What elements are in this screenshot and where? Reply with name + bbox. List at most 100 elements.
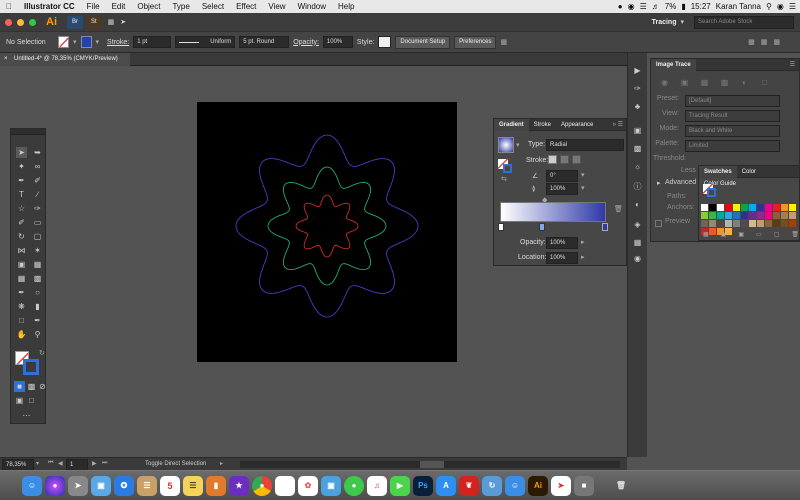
brush-panel-icon[interactable]: ✑ <box>632 83 643 94</box>
artboards-icon[interactable]: ▦ <box>632 237 643 248</box>
acrobat-icon[interactable]: ❦ <box>459 475 479 496</box>
pointer-icon[interactable]: ➤ <box>551 475 571 496</box>
mesh-tool-icon[interactable]: ▦ <box>16 273 27 284</box>
panel-menu-icon[interactable]: ☰ <box>790 59 795 71</box>
menu-file[interactable]: File <box>81 2 106 11</box>
app-icon[interactable]: ■ <box>574 475 594 496</box>
swatch[interactable] <box>765 204 772 211</box>
chevron-right-icon[interactable]: ▸ <box>581 238 585 246</box>
swatch[interactable] <box>725 204 732 211</box>
fill-swatch[interactable] <box>58 36 69 48</box>
previous-artboard-icon[interactable]: ◀ <box>58 460 63 467</box>
swatch[interactable] <box>765 220 772 227</box>
swatch[interactable] <box>765 212 772 219</box>
line-tool-icon[interactable]: ∕ <box>32 189 43 200</box>
gradient-stop-white[interactable] <box>498 223 504 231</box>
swatch[interactable] <box>733 212 740 219</box>
close-icon[interactable]: × <box>4 53 8 66</box>
image-capture-icon[interactable]: ▣ <box>321 475 341 496</box>
swatch[interactable] <box>717 204 724 211</box>
swatch[interactable] <box>741 204 748 211</box>
horizontal-scrollbar[interactable] <box>240 461 620 468</box>
artboard-tool-icon[interactable]: □ <box>16 315 27 326</box>
pen-tool-icon[interactable]: ✒ <box>16 175 27 186</box>
scrollbar-thumb[interactable] <box>420 461 444 468</box>
app-store-icon[interactable]: A <box>436 475 456 496</box>
info-icon[interactable]: ⓘ <box>632 181 643 192</box>
swatch[interactable] <box>789 204 796 211</box>
menu-help[interactable]: Help <box>332 2 360 11</box>
stroke-gradient-option-2[interactable] <box>560 155 569 164</box>
swatch[interactable] <box>701 212 708 219</box>
minimize-window-button[interactable] <box>17 18 24 26</box>
chevron-down-icon[interactable]: ▾ <box>680 18 684 26</box>
stroke-color-box[interactable] <box>23 359 39 375</box>
links-icon[interactable]: ◉ <box>632 253 643 264</box>
gradient-mode-icon[interactable]: ▩ <box>26 381 37 392</box>
screen-mode-icon[interactable]: □ <box>26 395 37 406</box>
workspace-switcher[interactable]: Tracing <box>652 19 677 26</box>
menu-select[interactable]: Select <box>196 2 230 11</box>
symbols-icon[interactable]: ♣ <box>632 101 643 112</box>
imovie-star-icon[interactable]: ★ <box>229 475 249 496</box>
width-tool-icon[interactable]: ⋈ <box>16 245 27 256</box>
battery-percent[interactable]: 7% <box>665 2 677 11</box>
stickies-icon[interactable]: ☰ <box>183 475 203 496</box>
close-window-button[interactable] <box>5 18 12 26</box>
stroke-swatch[interactable] <box>80 36 92 48</box>
lasso-tool-icon[interactable]: ∞ <box>32 161 43 172</box>
chevron-right-icon[interactable]: ▸ <box>581 253 585 261</box>
wifi-icon[interactable]: ☰ <box>640 2 647 11</box>
high-color-icon[interactable]: ▣ <box>679 77 690 88</box>
trash-icon[interactable]: 🗑 <box>791 231 799 238</box>
artwork[interactable] <box>197 102 457 362</box>
preferences-button[interactable]: Preferences <box>454 35 497 49</box>
magic-wand-tool-icon[interactable]: ✦ <box>16 161 27 172</box>
outer-wavy-ring[interactable] <box>235 134 419 318</box>
chevron-down-icon[interactable]: ▾ <box>96 38 100 46</box>
grayscale-icon[interactable]: ▩ <box>719 77 730 88</box>
palette-select[interactable]: Limited <box>685 140 780 152</box>
stock-search-input[interactable]: Search Adobe Stock <box>694 15 794 29</box>
zoom-tool-icon[interactable]: ⚲ <box>32 329 43 340</box>
notes-icon[interactable]: ☰ <box>137 475 157 496</box>
opacity-label[interactable]: Opacity: <box>293 39 319 46</box>
swatch[interactable] <box>773 220 780 227</box>
swatch-options-icon[interactable]: ▣ <box>738 231 744 238</box>
artboard[interactable] <box>197 102 457 362</box>
tab-gradient[interactable]: Gradient <box>494 119 529 131</box>
first-artboard-icon[interactable]: ⏮ <box>48 460 53 467</box>
swatch[interactable] <box>749 220 756 227</box>
variable-width-profile[interactable]: Uniform <box>175 36 236 48</box>
volume-icon[interactable]: ♬ <box>652 2 660 11</box>
siri-icon[interactable]: ◉ <box>777 2 784 11</box>
document-tab[interactable]: × Untitled-4* @ 78,35% (CMYK/Preview) <box>0 53 130 66</box>
layers-icon[interactable]: ◈ <box>632 219 643 230</box>
swatch[interactable] <box>757 204 764 211</box>
perspective-grid-tool-icon[interactable]: ▦ <box>32 259 43 270</box>
status-icon-1[interactable]: ● <box>618 2 623 11</box>
brush-definition[interactable]: 5 pt. Round <box>239 36 290 48</box>
preview-icon[interactable]: ▣ <box>91 475 111 496</box>
swatch[interactable] <box>709 204 716 211</box>
siri-icon[interactable]: ● <box>45 475 65 496</box>
style-swatch[interactable] <box>378 36 392 48</box>
outline-icon[interactable]: □ <box>759 77 770 88</box>
menu-type[interactable]: Type <box>166 2 195 11</box>
inner-wavy-ring[interactable] <box>295 194 359 258</box>
view-select[interactable]: Tracing Result <box>685 110 780 122</box>
swatch[interactable] <box>701 204 708 211</box>
stock-button[interactable]: St <box>86 15 102 29</box>
tab-color[interactable]: Color <box>737 166 761 178</box>
calendar-icon[interactable]: 5 <box>160 475 180 496</box>
menu-object[interactable]: Object <box>131 2 166 11</box>
eraser-tool-icon[interactable]: ▭ <box>32 217 43 228</box>
swatch[interactable] <box>709 212 716 219</box>
swatch[interactable] <box>725 220 732 227</box>
document-setup-button[interactable]: Document Setup <box>395 35 451 49</box>
tab-appearance[interactable]: Appearance <box>556 119 598 131</box>
play-icon[interactable]: ▶ <box>632 65 643 76</box>
disclosure-triangle-icon[interactable]: ▸ <box>657 179 661 187</box>
arrange-icon[interactable]: ▦ <box>500 38 507 46</box>
messages-icon[interactable]: ● <box>344 475 364 496</box>
